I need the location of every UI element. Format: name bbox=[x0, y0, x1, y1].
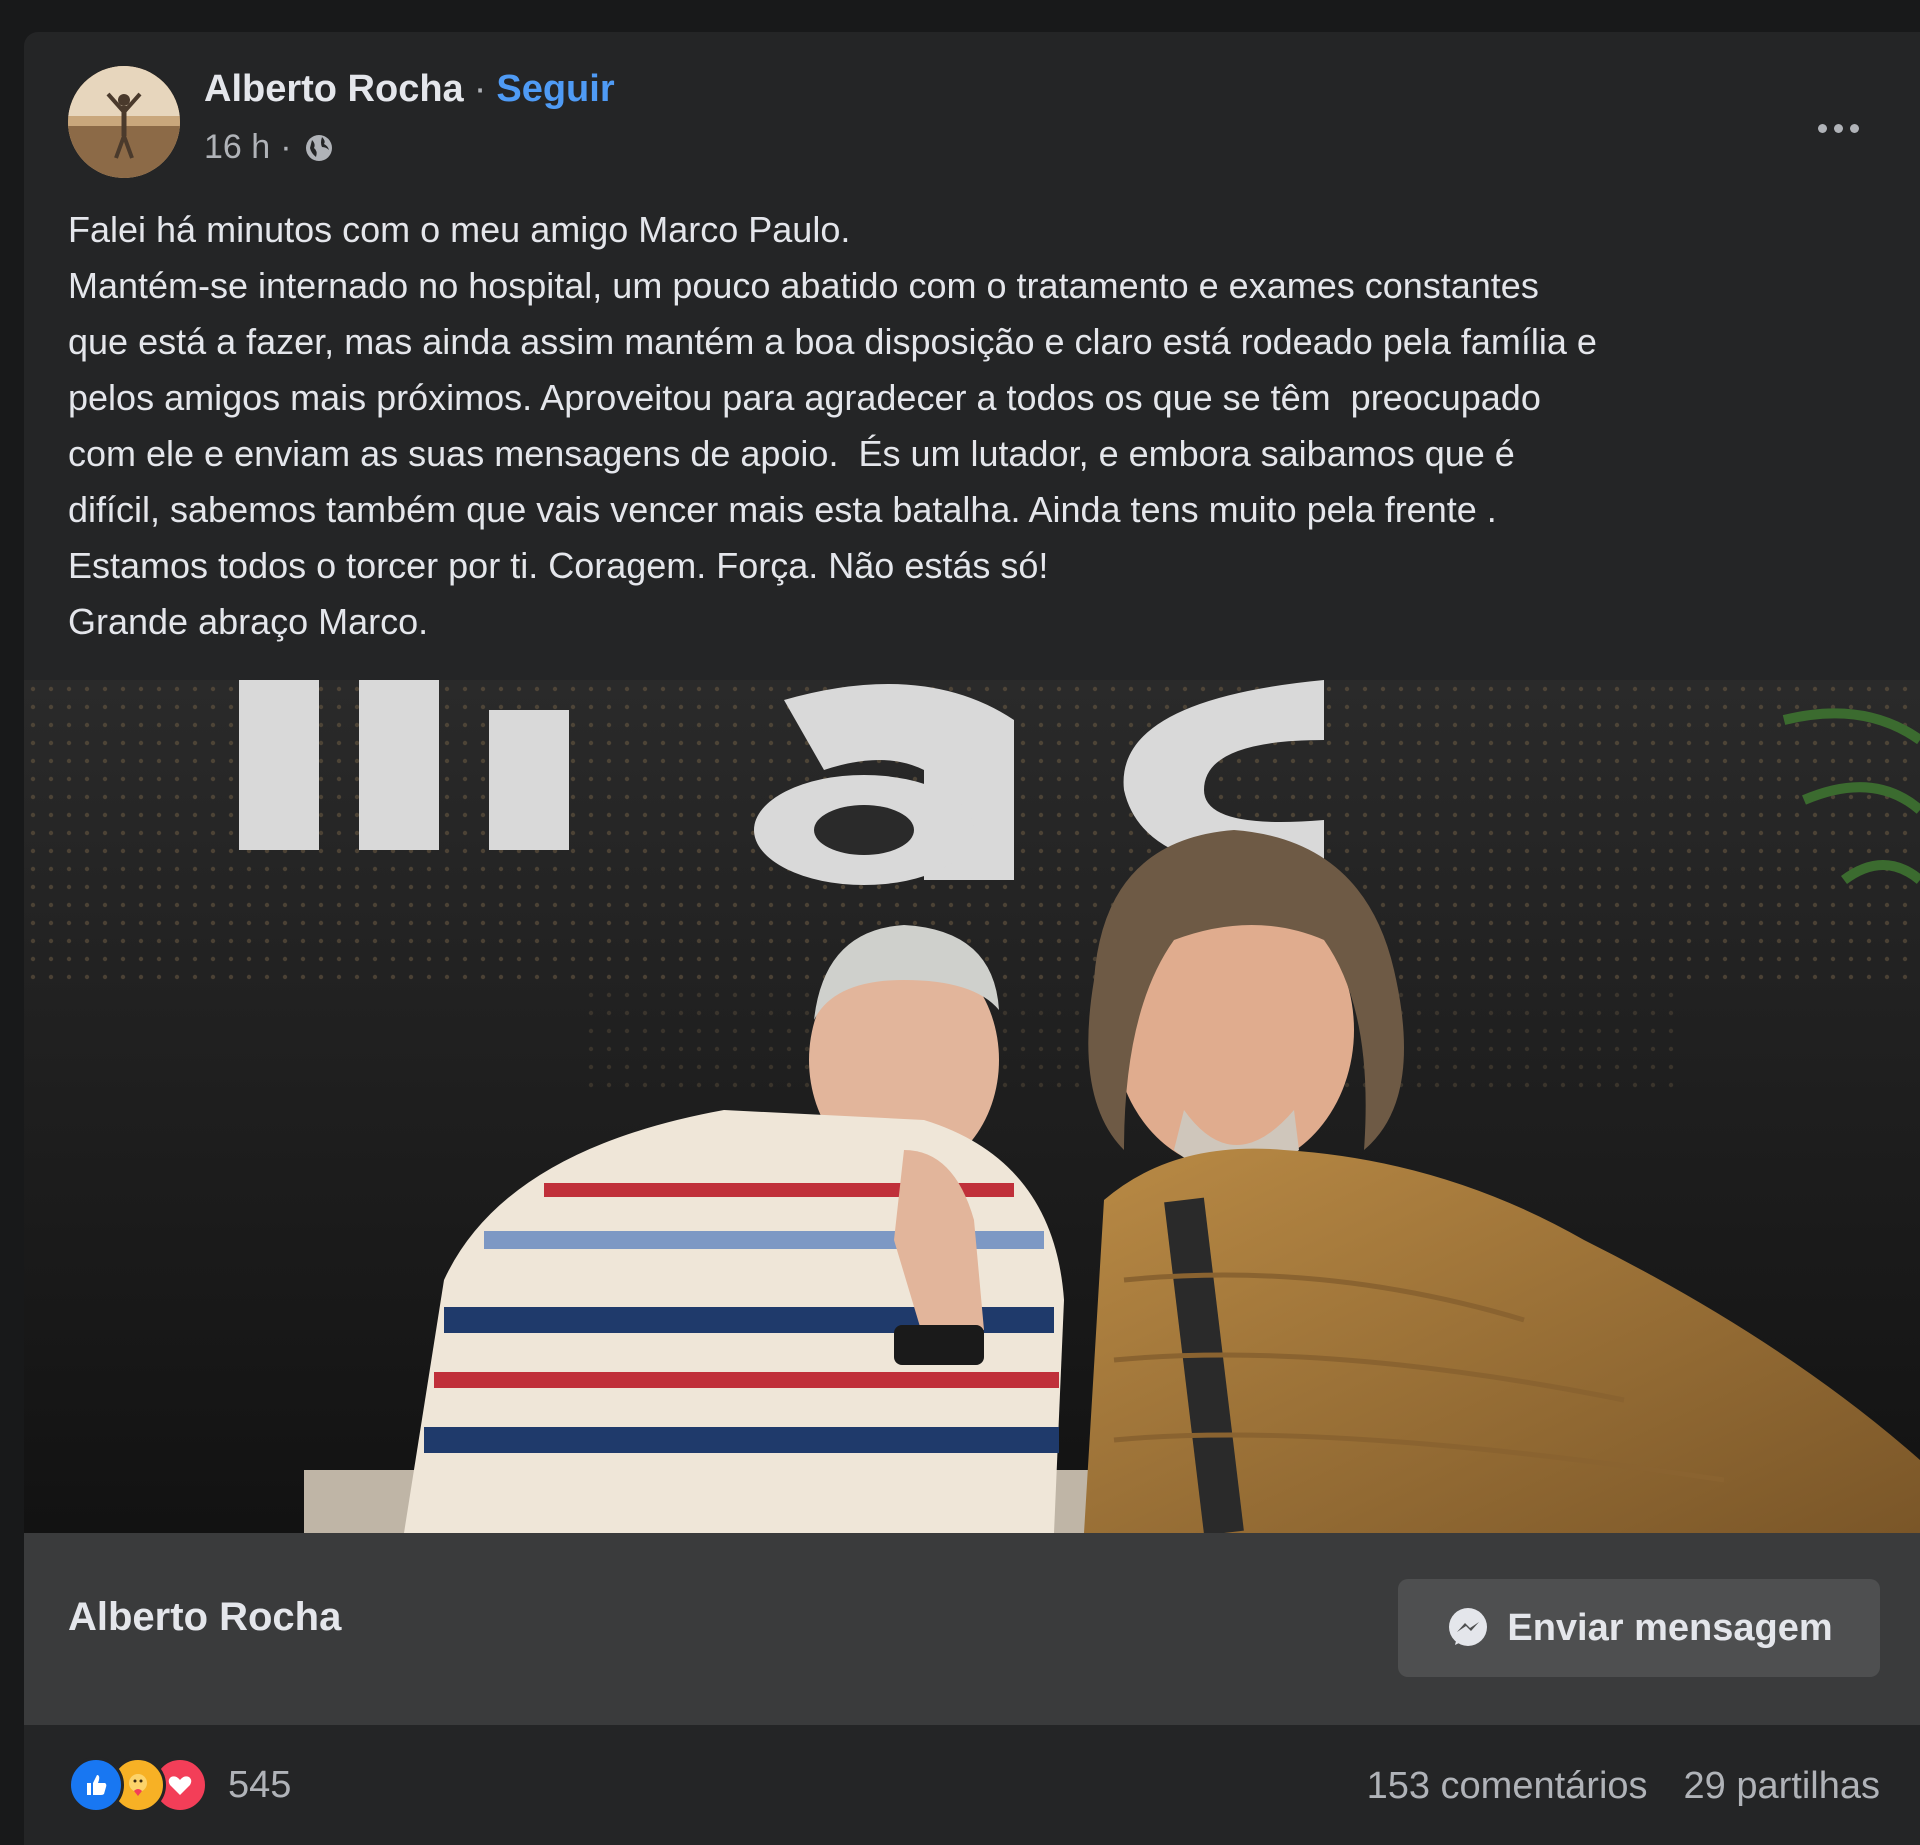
shares-count[interactable]: 29 partilhas bbox=[1684, 1765, 1880, 1808]
like-icon bbox=[68, 1757, 124, 1813]
separator-dot: · bbox=[473, 68, 487, 110]
post-text-line: Grande abraço Marco. bbox=[68, 601, 429, 642]
post-footer: 545 153 comentários 29 partilhas bbox=[24, 1725, 1920, 1845]
post-text: Falei há minutos com o meu amigo Marco P… bbox=[68, 202, 1898, 650]
globe-icon bbox=[302, 131, 336, 165]
facebook-post: Alberto Rocha · Seguir 16 h · Falei há min… bbox=[24, 32, 1920, 1845]
post-text-line: com ele e enviam as suas mensagens de ap… bbox=[68, 433, 1515, 474]
card-name[interactable]: Alberto Rocha bbox=[68, 1595, 341, 1640]
meta-separator: · bbox=[280, 128, 292, 166]
post-text-line: Falei há minutos com o meu amigo Marco P… bbox=[68, 209, 851, 250]
comments-count[interactable]: 153 comentários bbox=[1367, 1765, 1648, 1808]
messenger-icon bbox=[1445, 1605, 1491, 1651]
post-photo[interactable]: fnac bbox=[24, 680, 1920, 1533]
post-text-line: que está a fazer, mas ainda assim mantém… bbox=[68, 321, 1597, 362]
message-card: Alberto Rocha Enviar mensagem bbox=[24, 1533, 1920, 1725]
avatar-image bbox=[68, 66, 180, 178]
post-time[interactable]: 16 h bbox=[204, 128, 270, 167]
post-text-line: Mantém-se internado no hospital, um pouc… bbox=[68, 265, 1539, 306]
post-text-line: pelos amigos mais próximos. Aproveitou p… bbox=[68, 377, 1541, 418]
post-meta: 16 h · bbox=[204, 128, 336, 167]
post-header: Alberto Rocha · Seguir 16 h · bbox=[24, 32, 1920, 182]
author-name[interactable]: Alberto Rocha bbox=[204, 68, 464, 110]
post-text-line: difícil, sabemos também que vais vencer … bbox=[68, 489, 1497, 530]
post-stats: 153 comentários 29 partilhas bbox=[1367, 1765, 1880, 1808]
reactions-summary[interactable]: 545 bbox=[68, 1757, 291, 1813]
send-message-button[interactable]: Enviar mensagem bbox=[1398, 1579, 1880, 1677]
author-line: Alberto Rocha · Seguir bbox=[204, 68, 615, 111]
author-avatar[interactable] bbox=[68, 66, 180, 178]
reaction-count: 545 bbox=[228, 1763, 292, 1806]
follow-link[interactable]: Seguir bbox=[496, 68, 614, 110]
send-message-label: Enviar mensagem bbox=[1507, 1606, 1833, 1649]
more-options-icon[interactable] bbox=[1808, 108, 1868, 148]
photo-illustration bbox=[24, 680, 1920, 1533]
post-text-line: Estamos todos o torcer por ti. Coragem. … bbox=[68, 545, 1049, 586]
